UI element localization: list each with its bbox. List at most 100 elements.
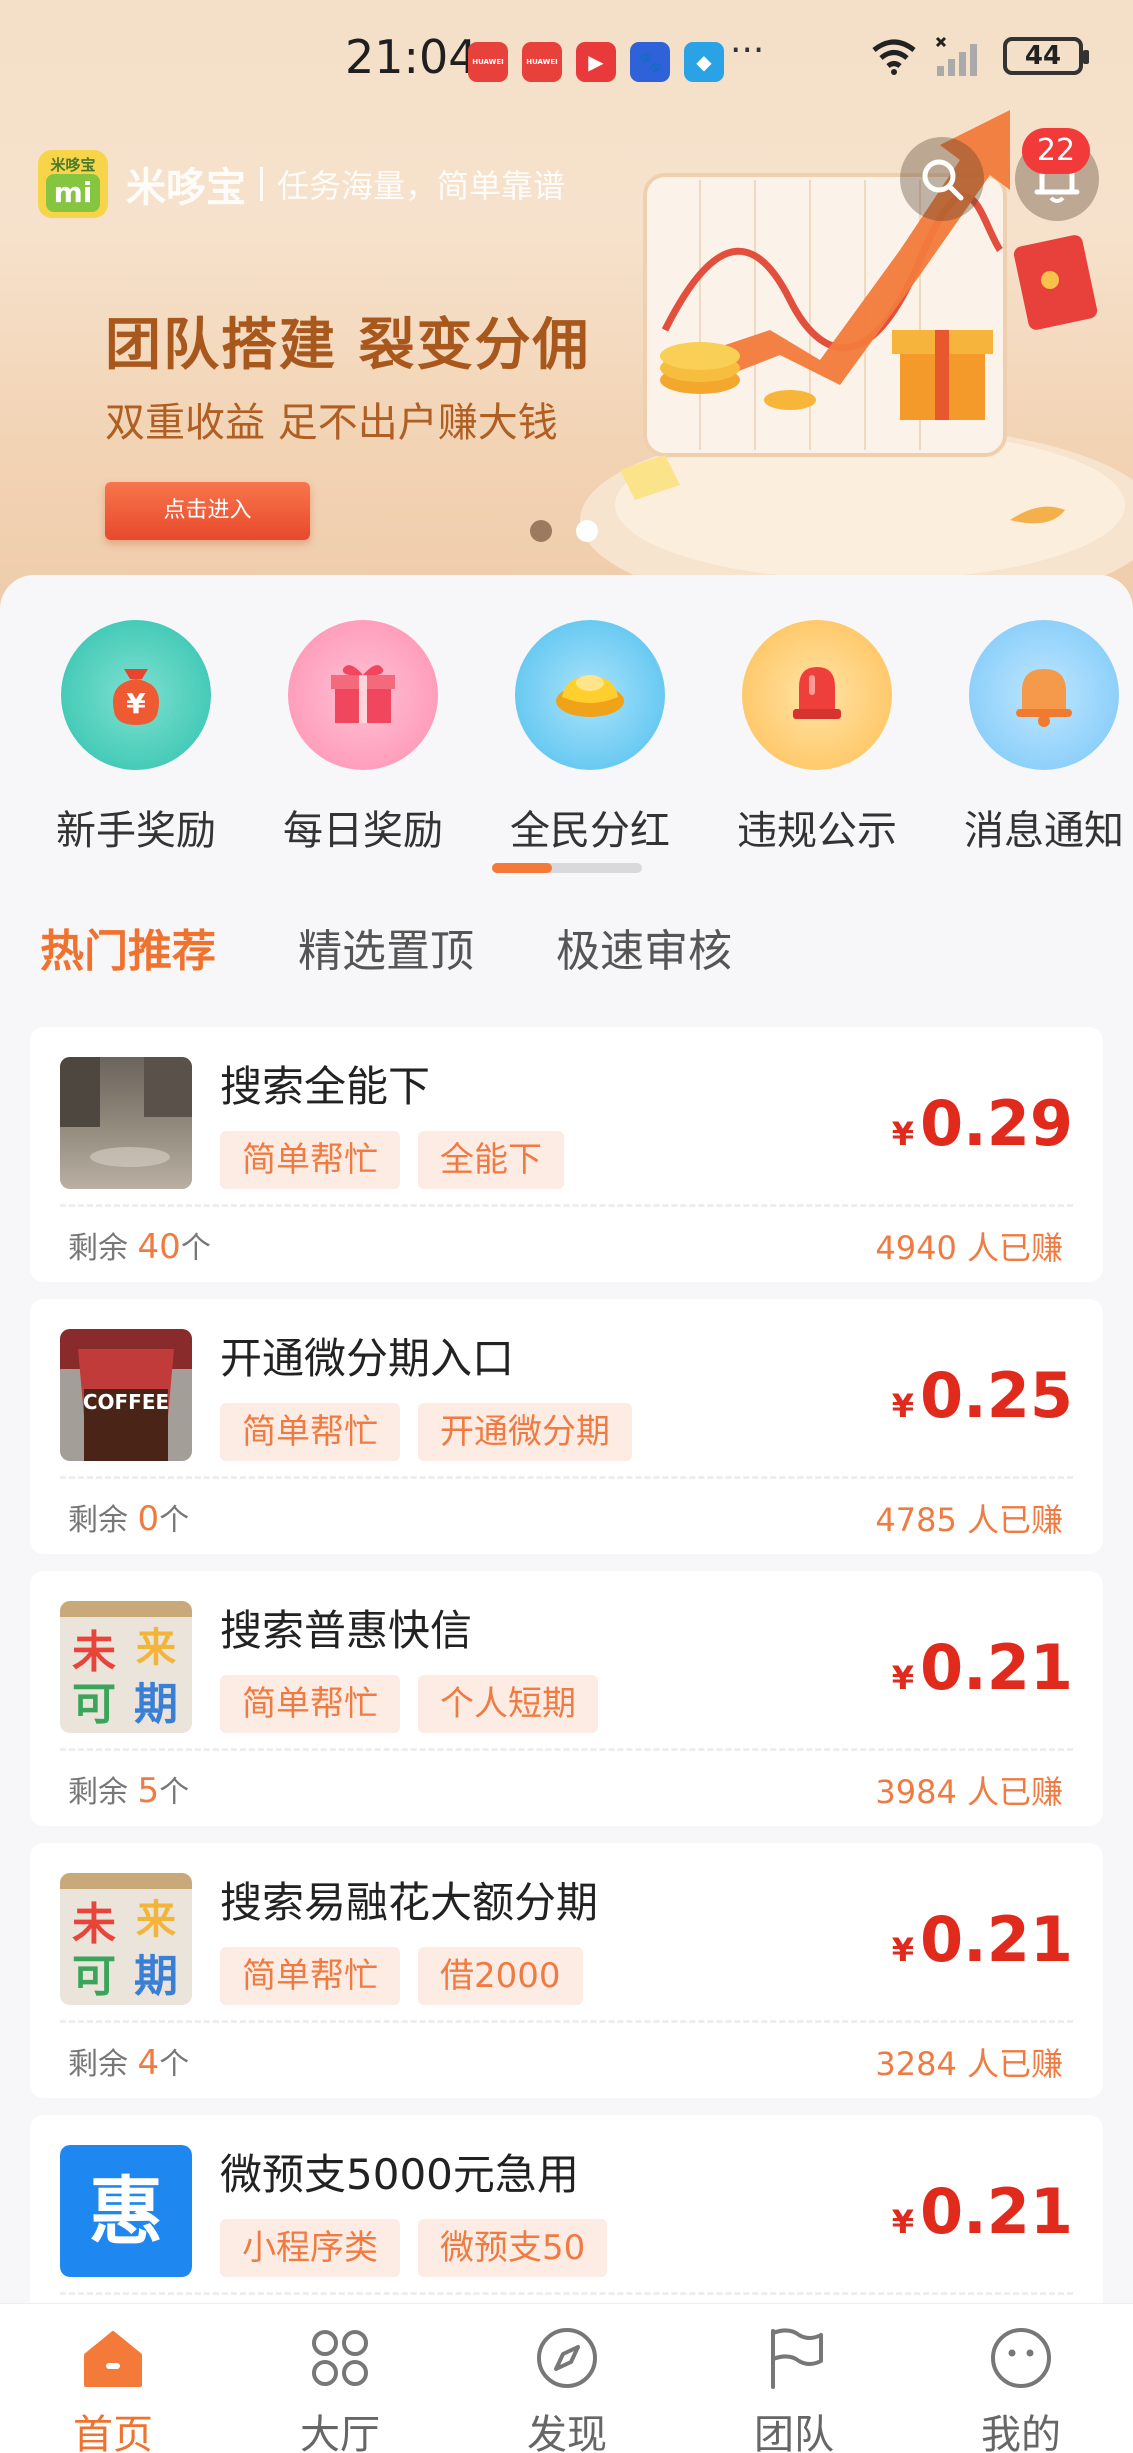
brand-logo: 米哆宝 mi bbox=[38, 150, 108, 218]
nav-label: 团队 bbox=[754, 2412, 834, 2453]
task-title: 微预支5000元急用 bbox=[220, 2150, 579, 2199]
task-tag: 简单帮忙 bbox=[220, 1675, 400, 1733]
brand-divider bbox=[260, 167, 263, 201]
quick-action-1[interactable]: ¥ 新手奖励 bbox=[36, 620, 236, 850]
task-card[interactable]: 未来可期搜索易融花大额分期 简单帮忙 借2000 ¥0.21 剩余 4个 3284 人已赚 bbox=[30, 1843, 1103, 2098]
banner-pagination bbox=[530, 520, 598, 542]
hero-banner[interactable]: 21:04 HUAWEI HUAWEI ▶ 🐾 ◆ ··· 44 米哆宝 mi bbox=[0, 0, 1133, 640]
task-tag: 开通微分期 bbox=[418, 1403, 632, 1461]
nav-grid[interactable]: 大厅 bbox=[260, 2322, 420, 2453]
task-divider bbox=[60, 2292, 1073, 2295]
flag-icon bbox=[758, 2322, 830, 2394]
nav-smiley[interactable]: 我的 bbox=[941, 2322, 1101, 2453]
task-divider bbox=[60, 1748, 1073, 1751]
task-remaining: 剩余 5个 bbox=[68, 1767, 189, 1811]
gold-ingot-icon bbox=[548, 651, 632, 739]
task-earned-count: 3984 人已赚 bbox=[875, 1773, 1063, 1811]
svg-text:¥: ¥ bbox=[126, 687, 146, 720]
task-card[interactable]: 搜索全能下 简单帮忙 全能下 ¥0.29 剩余 40个 4940 人已赚 bbox=[30, 1027, 1103, 1282]
remaining-label: 剩余 bbox=[68, 1503, 128, 1538]
task-card[interactable]: COFFEE 开通微分期入口 简单帮忙 开通微分期 ¥0.25 剩余 0个 4785 人已赚 bbox=[30, 1299, 1103, 1554]
task-earned-count: 3284 人已赚 bbox=[875, 2045, 1063, 2083]
quick-action-2[interactable]: 每日奖励 bbox=[263, 620, 463, 850]
task-title: 搜索普惠快信 bbox=[220, 1606, 473, 1655]
task-tags: 小程序类 微预支50 bbox=[220, 2219, 608, 2277]
banner-enter-button[interactable]: 点击进入 bbox=[105, 482, 310, 540]
remaining-count: 5 bbox=[137, 1771, 160, 1811]
task-divider bbox=[60, 2020, 1073, 2023]
task-reward-price: ¥0.21 bbox=[892, 2175, 1073, 2248]
task-divider bbox=[60, 1476, 1073, 1479]
banner-dot[interactable] bbox=[530, 520, 552, 542]
banner-subtitle: 双重收益 足不出户赚大钱 bbox=[105, 400, 558, 446]
nav-home[interactable]: 首页 bbox=[33, 2322, 193, 2453]
svg-text:来: 来 bbox=[136, 1625, 176, 1671]
search-button[interactable] bbox=[900, 137, 984, 221]
task-title: 开通微分期入口 bbox=[220, 1334, 515, 1383]
task-tags: 简单帮忙 借2000 bbox=[220, 1947, 583, 2005]
task-reward-price: ¥0.21 bbox=[892, 1903, 1073, 1976]
quick-action-label: 违规公示 bbox=[737, 808, 897, 850]
quick-actions-scroll-indicator bbox=[492, 863, 642, 873]
currency-symbol: ¥ bbox=[891, 1659, 915, 1697]
remaining-count: 0 bbox=[137, 1499, 160, 1539]
svg-text:未: 未 bbox=[72, 1899, 116, 1950]
remaining-unit: 个 bbox=[159, 1503, 190, 1538]
quick-action-circle bbox=[969, 620, 1119, 770]
price-value: 0.21 bbox=[920, 2175, 1073, 2248]
quick-action-4[interactable]: 违规公示 bbox=[717, 620, 917, 850]
svg-text:可: 可 bbox=[72, 1679, 116, 1730]
main-content: ¥ 新手奖励 每日奖励 全民分红 违规公示 消息通知 热门推荐 精选置顶 极速审核 搜索全能下… bbox=[0, 575, 1133, 2370]
status-time: 21:04 bbox=[345, 30, 478, 84]
task-tags: 简单帮忙 全能下 bbox=[220, 1131, 564, 1189]
nav-label: 发现 bbox=[527, 2412, 607, 2453]
svg-text:未: 未 bbox=[72, 1627, 116, 1678]
huawei-app-icon: HUAWEI bbox=[522, 42, 562, 82]
tab-3[interactable]: 极速审核 bbox=[556, 915, 732, 987]
task-earned-count: 4940 人已赚 bbox=[875, 1229, 1063, 1267]
home-icon bbox=[77, 2322, 149, 2394]
quick-action-circle bbox=[288, 620, 438, 770]
task-card[interactable]: 未来可期搜索普惠快信 简单帮忙 个人短期 ¥0.21 剩余 5个 3984 人已赚 bbox=[30, 1571, 1103, 1826]
brand-logo-mark: mi bbox=[46, 174, 100, 212]
quick-action-circle bbox=[515, 620, 665, 770]
nav-compass[interactable]: 发现 bbox=[487, 2322, 647, 2453]
nav-label: 首页 bbox=[73, 2412, 153, 2453]
remaining-label: 剩余 bbox=[68, 1775, 128, 1810]
gift-icon bbox=[321, 651, 405, 739]
task-thumbnail: 未来可期 bbox=[60, 1873, 192, 2005]
status-bar: 21:04 HUAWEI HUAWEI ▶ 🐾 ◆ ··· 44 bbox=[0, 0, 1133, 125]
banner-dot-active[interactable] bbox=[576, 520, 598, 542]
brand-slogan: 任务海量，简单靠谱 bbox=[277, 167, 566, 205]
currency-symbol: ¥ bbox=[891, 1931, 915, 1969]
task-remaining: 剩余 4个 bbox=[68, 2039, 189, 2083]
svg-text:期: 期 bbox=[134, 1951, 178, 2002]
remaining-unit: 个 bbox=[159, 2047, 190, 2082]
quick-action-circle: ¥ bbox=[61, 620, 211, 770]
task-reward-price: ¥0.21 bbox=[892, 1631, 1073, 1704]
quick-action-3[interactable]: 全民分红 bbox=[490, 620, 690, 850]
compass-icon bbox=[531, 2322, 603, 2394]
quick-action-5[interactable]: 消息通知 bbox=[944, 620, 1133, 850]
task-remaining: 剩余 0个 bbox=[68, 1495, 189, 1539]
task-tags: 简单帮忙 个人短期 bbox=[220, 1675, 598, 1733]
quick-action-label: 每日奖励 bbox=[283, 808, 443, 850]
tab-1[interactable]: 热门推荐 bbox=[40, 915, 216, 987]
brand-logo-top-text: 米哆宝 bbox=[50, 156, 96, 174]
status-more-icon: ··· bbox=[730, 30, 765, 71]
svg-text:惠: 惠 bbox=[89, 2169, 163, 2255]
signal-icon bbox=[935, 36, 977, 76]
notification-badge: 22 bbox=[1022, 128, 1090, 174]
nav-flag[interactable]: 团队 bbox=[714, 2322, 874, 2453]
banner-title: 团队搭建 裂变分佣 bbox=[105, 313, 591, 378]
remaining-unit: 个 bbox=[180, 1231, 211, 1266]
currency-symbol: ¥ bbox=[891, 2203, 915, 2241]
wifi-icon bbox=[872, 39, 916, 75]
smiley-icon bbox=[985, 2322, 1057, 2394]
tab-2[interactable]: 精选置顶 bbox=[298, 915, 474, 987]
remaining-count: 40 bbox=[137, 1227, 181, 1267]
task-tag: 简单帮忙 bbox=[220, 1131, 400, 1189]
baidu-app-icon: 🐾 bbox=[630, 42, 670, 82]
huawei-app-icon: HUAWEI bbox=[468, 42, 508, 82]
scroll-indicator-thumb bbox=[492, 863, 552, 873]
